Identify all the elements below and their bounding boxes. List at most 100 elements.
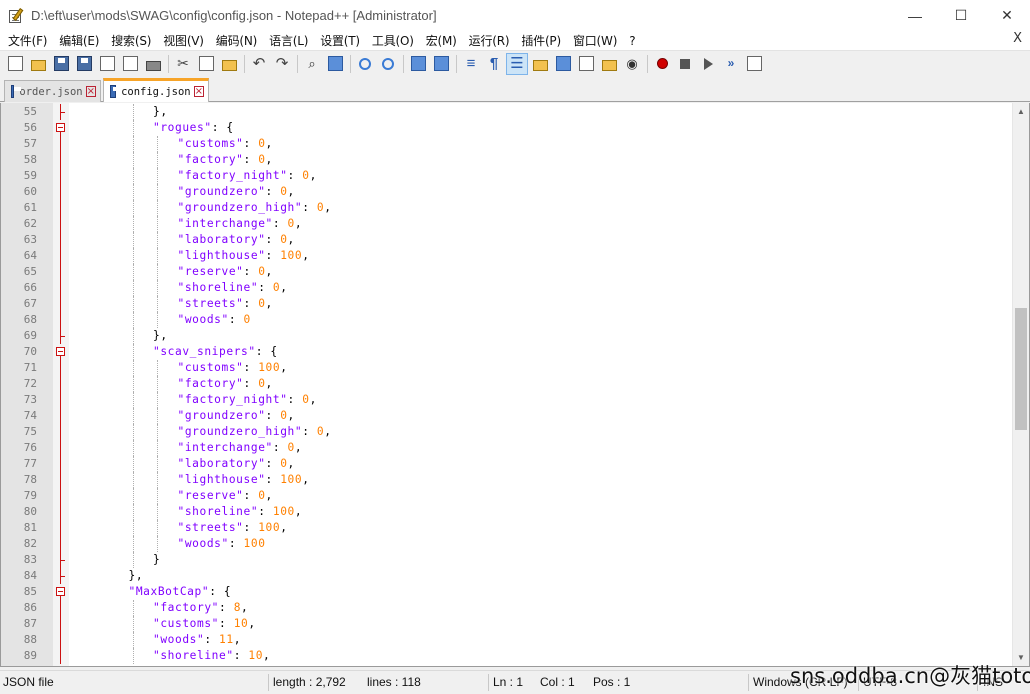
close-button[interactable]: ✕ (984, 0, 1030, 31)
menu-settings[interactable]: 设置(T) (314, 32, 366, 49)
code-line[interactable]: 81 "streets": 100, (24, 520, 1012, 536)
fold-toggle-icon[interactable] (56, 123, 65, 132)
undo-button[interactable]: ↶ (248, 53, 270, 75)
tab-config-json[interactable]: config.json × (103, 78, 209, 102)
code-line[interactable]: 78 "lighthouse": 100, (24, 472, 1012, 488)
minimize-button[interactable]: — (892, 0, 938, 31)
indent-guide-button[interactable]: ☰ (506, 52, 528, 75)
menu-window[interactable]: 窗口(W) (567, 32, 623, 49)
code-line[interactable]: 58 "factory": 0, (24, 152, 1012, 168)
open-file-button[interactable] (27, 53, 49, 75)
monitoring-button[interactable]: ◉ (621, 53, 643, 75)
cut-button[interactable]: ✂ (172, 53, 194, 75)
menu-edit[interactable]: 编辑(E) (53, 32, 105, 49)
function-list-button[interactable] (575, 53, 597, 75)
code-line[interactable]: 84}, (24, 568, 1012, 584)
code-line[interactable]: 72 "factory": 0, (24, 376, 1012, 392)
code-line[interactable]: 88 "woods": 11, (24, 632, 1012, 648)
code-line[interactable]: 75 "groundzero_high": 0, (24, 424, 1012, 440)
indent-guide (132, 392, 134, 408)
code-line[interactable]: 65 "reserve": 0, (24, 264, 1012, 280)
tab-close-icon[interactable]: × (193, 86, 204, 97)
editor[interactable]: 55}, 56 "rogues": {57 "customs": 0, 58 "facto… (0, 103, 1030, 667)
code-line[interactable]: 83} (24, 552, 1012, 568)
code-line[interactable]: 70 "scav_snipers": { (24, 344, 1012, 360)
code-line[interactable]: 55}, (24, 104, 1012, 120)
code-line[interactable]: 57 "customs": 0, (24, 136, 1012, 152)
tab-close-icon[interactable]: × (85, 86, 96, 97)
scroll-up-icon[interactable]: ▲ (1013, 103, 1029, 120)
code-line[interactable]: 62 "interchange": 0, (24, 216, 1012, 232)
redo-button[interactable]: ↷ (271, 53, 293, 75)
fold-toggle-icon[interactable] (56, 347, 65, 356)
menu-plugins[interactable]: 插件(P) (515, 32, 567, 49)
indent-guide (157, 264, 158, 280)
stop-macro-button[interactable] (674, 53, 696, 75)
copy-button[interactable] (195, 53, 217, 75)
replace-button[interactable] (324, 53, 346, 75)
zoom-in-button[interactable] (354, 53, 376, 75)
code-line[interactable]: 60 "groundzero": 0, (24, 184, 1012, 200)
code-line[interactable]: 74 "groundzero": 0, (24, 408, 1012, 424)
code-line[interactable]: 82 "woods": 100 (24, 536, 1012, 552)
print-button[interactable] (142, 53, 164, 75)
code-line[interactable]: 67 "streets": 0, (24, 296, 1012, 312)
json-punctuation: , (280, 281, 288, 294)
record-macro-button[interactable] (651, 53, 673, 75)
code-line[interactable]: 64 "lighthouse": 100, (24, 248, 1012, 264)
code-line[interactable]: 68 "woods": 0 (24, 312, 1012, 328)
menu-view[interactable]: 视图(V) (157, 32, 210, 49)
code-area[interactable]: 55}, 56 "rogues": {57 "customs": 0, 58 "facto… (24, 103, 1012, 666)
code-line[interactable]: 56 "rogues": { (24, 120, 1012, 136)
close-all-button[interactable] (119, 53, 141, 75)
zoom-out-button[interactable] (377, 53, 399, 75)
run-macro-multiple-button[interactable]: » (720, 53, 742, 75)
doc-map-button[interactable] (552, 53, 574, 75)
code-line[interactable]: 73 "factory_night": 0, (24, 392, 1012, 408)
paste-button[interactable] (218, 53, 240, 75)
close-document-button[interactable]: X (1013, 31, 1022, 46)
new-file-button[interactable] (4, 53, 26, 75)
fold-end-marker (60, 560, 65, 561)
fold-toggle-icon[interactable] (56, 587, 65, 596)
code-line[interactable]: 61 "groundzero_high": 0, (24, 200, 1012, 216)
sync-horizontal-button[interactable] (430, 53, 452, 75)
fold-end-marker (60, 576, 65, 577)
code-line[interactable]: 76 "interchange": 0, (24, 440, 1012, 456)
code-line[interactable]: 80 "shoreline": 100, (24, 504, 1012, 520)
save-button[interactable] (50, 53, 72, 75)
code-line[interactable]: 86 "factory": 8, (24, 600, 1012, 616)
folder-as-workspace-button[interactable] (598, 53, 620, 75)
udl-button[interactable] (529, 53, 551, 75)
menu-file[interactable]: 文件(F) (2, 32, 53, 49)
save-macro-button[interactable] (743, 53, 765, 75)
status-position: Pos : 1 (593, 675, 631, 689)
close-file-button[interactable] (96, 53, 118, 75)
menu-search[interactable]: 搜索(S) (105, 32, 157, 49)
menu-tools[interactable]: 工具(O) (366, 32, 420, 49)
vertical-scrollbar[interactable]: ▲ ▼ (1012, 103, 1029, 666)
code-line[interactable]: 77 "laboratory": 0, (24, 456, 1012, 472)
code-line[interactable]: 85 "MaxBotCap": { (24, 584, 1012, 600)
play-macro-button[interactable] (697, 53, 719, 75)
menu-run[interactable]: 运行(R) (463, 32, 516, 49)
find-button[interactable]: ⌕ (301, 53, 323, 75)
tab-order-json[interactable]: order.json × (4, 80, 101, 102)
menu-help[interactable]: ? (623, 34, 641, 48)
code-line[interactable]: 87 "customs": 10, (24, 616, 1012, 632)
show-all-chars-button[interactable]: ¶ (483, 53, 505, 75)
scrollbar-thumb[interactable] (1015, 308, 1027, 430)
word-wrap-button[interactable]: ≡ (460, 53, 482, 75)
code-line[interactable]: 63 "laboratory": 0, (24, 232, 1012, 248)
menu-macro[interactable]: 宏(M) (420, 32, 463, 49)
menu-encoding[interactable]: 编码(N) (210, 32, 263, 49)
maximize-button[interactable]: ☐ (938, 0, 984, 31)
code-line[interactable]: 66 "shoreline": 0, (24, 280, 1012, 296)
code-line[interactable]: 71 "customs": 100, (24, 360, 1012, 376)
save-all-button[interactable] (73, 53, 95, 75)
code-line[interactable]: 69}, (24, 328, 1012, 344)
sync-vertical-button[interactable] (407, 53, 429, 75)
code-line[interactable]: 59 "factory_night": 0, (24, 168, 1012, 184)
menu-language[interactable]: 语言(L) (263, 32, 314, 49)
code-line[interactable]: 79 "reserve": 0, (24, 488, 1012, 504)
